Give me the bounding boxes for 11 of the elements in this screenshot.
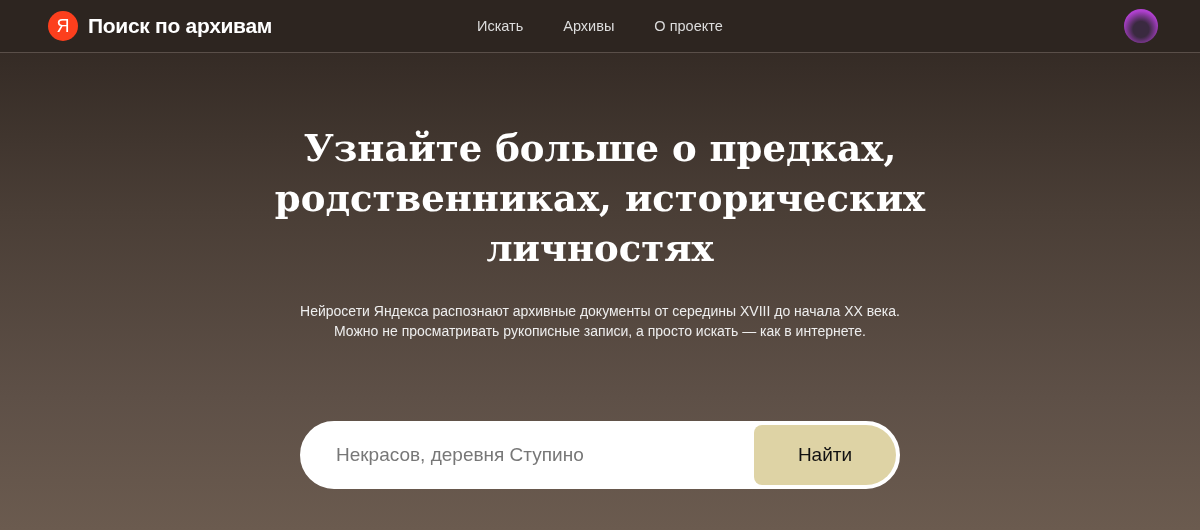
nav-link[interactable]: О проекте (654, 18, 723, 34)
nav-link[interactable]: Архивы (563, 18, 615, 34)
nav-link[interactable]: Искать (477, 18, 524, 34)
avatar-icon[interactable] (1124, 9, 1158, 43)
site-title[interactable]: Поиск по архивам (88, 14, 273, 38)
logo-icon[interactable]: Я (48, 11, 78, 41)
hero-subtitle: Можно не просматривать рукописные записи, а просто искать — как в интернете. (334, 323, 866, 339)
hero-subtitle: Нейросети Яндекса распознают архивные документы от середины XVIII до начала XX века. (300, 303, 900, 319)
search-button[interactable]: Найти (754, 425, 896, 485)
hero-title: Узнайте больше о предках, родственниках, исторических личностях (273, 125, 927, 272)
search-field[interactable]: Некрасов, деревня Ступино Найти (300, 421, 900, 489)
